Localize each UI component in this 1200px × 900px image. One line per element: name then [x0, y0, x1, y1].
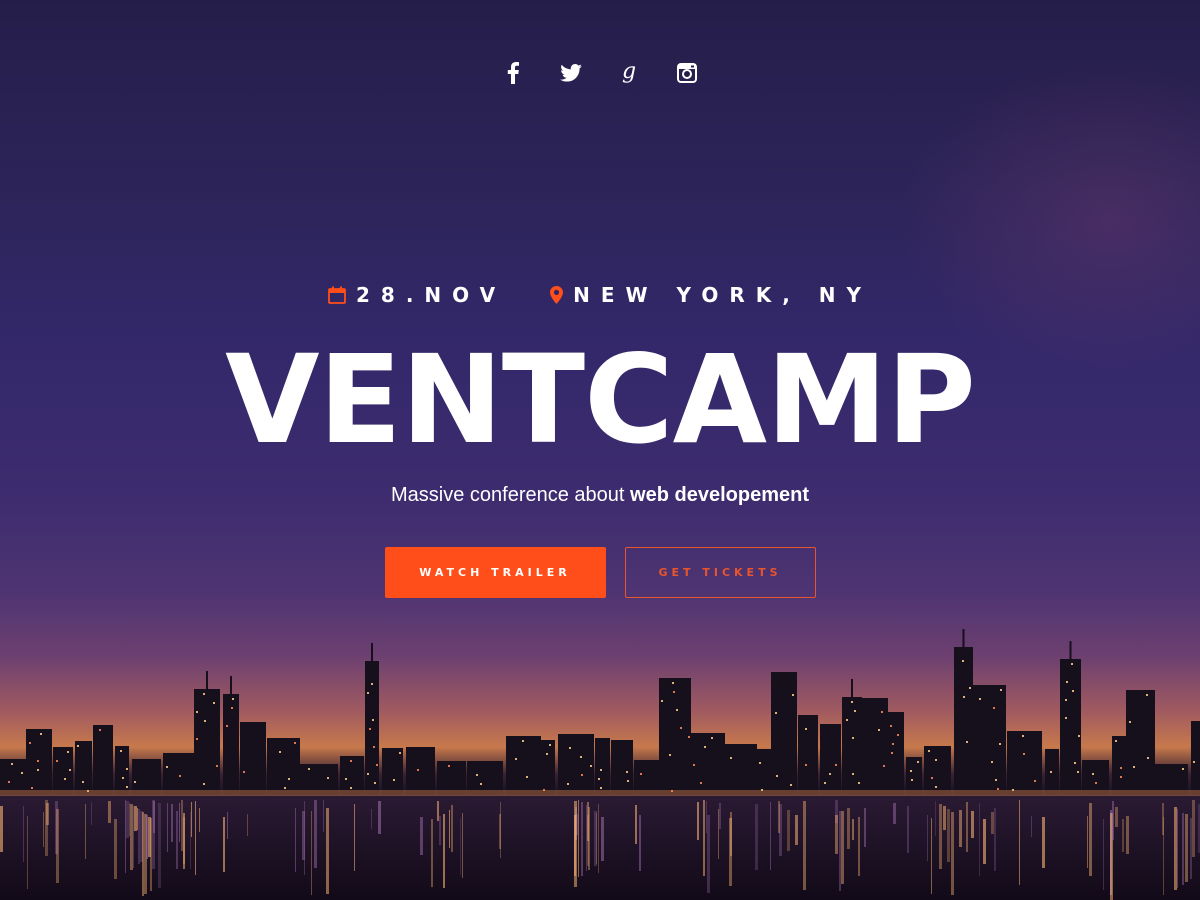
google-plus-link[interactable]: g — [614, 58, 644, 88]
subtitle-text: Massive conference about — [391, 484, 631, 506]
social-links: g — [0, 58, 1200, 88]
svg-text:g: g — [622, 60, 636, 84]
google-plus-icon: g — [622, 60, 636, 84]
event-location: NEW YORK, NY — [550, 283, 872, 307]
event-date: 28.NOV — [328, 283, 506, 307]
city-skyline-image — [0, 629, 1200, 900]
event-location-text: NEW YORK, NY — [573, 283, 872, 307]
event-date-text: 28.NOV — [356, 283, 507, 307]
calendar-icon — [328, 286, 346, 304]
event-meta: 28.NOV NEW YORK, NY — [0, 283, 1200, 307]
facebook-icon — [507, 62, 519, 84]
map-pin-icon — [550, 286, 564, 304]
cta-group: WATCH TRAILER GET TICKETS — [0, 547, 1200, 598]
page-title: VENTCAMP — [225, 329, 976, 471]
twitter-icon — [560, 64, 582, 82]
get-tickets-button[interactable]: GET TICKETS — [624, 547, 816, 598]
twitter-link[interactable] — [556, 58, 586, 88]
instagram-link[interactable] — [672, 58, 702, 88]
watch-trailer-button[interactable]: WATCH TRAILER — [384, 547, 606, 598]
subtitle: Massive conference about web developemen… — [0, 484, 1200, 507]
hero-section: g 28.NOV NEW YORK, NY VENTCAMP Massive c… — [0, 0, 1200, 900]
facebook-link[interactable] — [498, 58, 528, 88]
instagram-icon — [677, 63, 697, 83]
subtitle-highlight: web developement — [630, 484, 809, 506]
